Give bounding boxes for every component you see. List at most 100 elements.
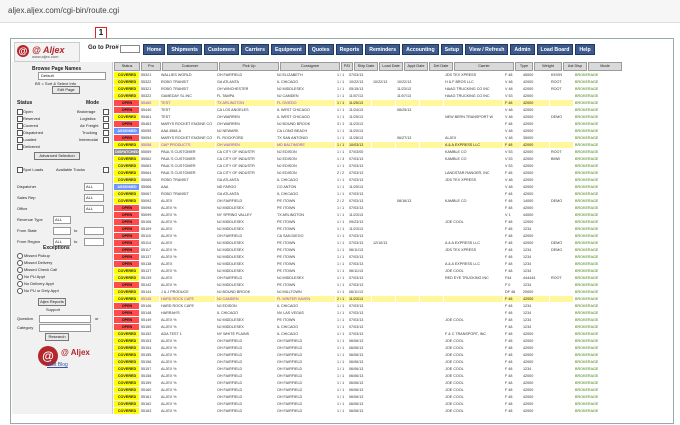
table-row[interactable]: COVERED 55153 ALJEX % OH FAIRFIELD OH FAIRFI…: [114, 338, 670, 344]
table-cell[interactable]: 55160: [140, 387, 159, 393]
column-header[interactable]: Consignee: [280, 62, 340, 71]
to-state-input[interactable]: [84, 227, 104, 235]
table-cell[interactable]: 55064: [140, 170, 159, 176]
table-cell[interactable]: 55114: [140, 240, 159, 246]
table-row[interactable]: COVERED 55162 ALJEX % OH FAIRFIELD OH FAIRFI…: [114, 401, 670, 407]
table-row[interactable]: COVERED 55155 ALJEX % OH FAIRFIELD OH FAIRFI…: [114, 352, 670, 358]
table-row[interactable]: COVERED 55321 ROBO TRANSIT OH WINCHESTER NJ …: [114, 86, 670, 92]
nav-admin[interactable]: Admin: [510, 44, 535, 55]
table-cell[interactable]: 55158: [140, 373, 159, 379]
category-select[interactable]: [39, 324, 91, 332]
table-row[interactable]: COVERED 55092 ALJEX OH FAIRFIELD PE ITOWN 2 /…: [114, 198, 670, 204]
nav-quotes[interactable]: Quotes: [307, 44, 334, 55]
table-cell[interactable]: 55321: [140, 72, 159, 78]
column-header[interactable]: Customer: [162, 62, 218, 71]
edit-page-button[interactable]: Edit Page: [52, 86, 80, 94]
column-header[interactable]: Status: [114, 62, 140, 71]
table-cell[interactable]: 55137: [140, 268, 159, 274]
mode-intermodal-checkbox[interactable]: [103, 137, 109, 143]
no-pu-or-dely-appt-radio[interactable]: [17, 288, 23, 294]
table-row[interactable]: COVERED 55065 ROBO TRANSIT GA ATLANTA IL CHI…: [114, 177, 670, 183]
mode-brokerage-checkbox[interactable]: [103, 109, 109, 115]
table-row[interactable]: OPEN 55098 ALJEX % NJ MIDDLESEX PE ITOWN 1 / …: [114, 205, 670, 211]
table-cell[interactable]: 55065: [140, 177, 159, 183]
table-row[interactable]: OPEN 55110 ALJEX % OH FAIRFIELD CA SAN DIEGO…: [114, 233, 670, 239]
table-cell[interactable]: 55322: [140, 93, 159, 99]
nav-shipments[interactable]: Shipments: [167, 44, 202, 55]
table-cell[interactable]: 55144: [140, 289, 159, 295]
table-cell[interactable]: 55461: [140, 114, 159, 120]
table-row[interactable]: OPEN 55460 TEST TX ARLINGTON FL OVIEDO 1 / 11…: [114, 100, 670, 106]
table-row[interactable]: ASSIGNED 55066 AAA ND FARGO CO ANTON 1 / 1 11/…: [114, 184, 670, 190]
nav-load-board[interactable]: Load Board: [536, 44, 574, 55]
table-row[interactable]: COVERED 55144 J & J PRODUCE NJ BOUND BROOK N…: [114, 289, 670, 295]
table-cell[interactable]: 55440: [140, 107, 159, 113]
table-row[interactable]: OPEN 55142 ALJEX % NJ MIDDLESEX PE ITOWN 1 / …: [114, 282, 670, 288]
table-cell[interactable]: 55054: [140, 135, 159, 141]
missed-delivery-radio[interactable]: [17, 260, 23, 266]
table-row[interactable]: COVERED 55064 PAUL'S CUSTOMER CA CITY OF IN…: [114, 170, 670, 176]
table-row[interactable]: OPEN 55114 ALJEX NJ MIDDLESEX PE ITOWN 1 / 1 0…: [114, 240, 670, 246]
table-row[interactable]: COVERED 55322 GAMEDAY SL INC FL TAMPA NJ CAM…: [114, 93, 670, 99]
table-row[interactable]: OPEN 55099 ALJEX % NY SPRING VALLEY TX ARLIN…: [114, 212, 670, 218]
table-cell[interactable]: 55156: [140, 359, 159, 365]
table-cell[interactable]: 55137: [140, 254, 159, 260]
table-cell[interactable]: 55062: [140, 156, 159, 162]
table-row[interactable]: OPEN 55106 ALJEX % NJ MIDDLESEX PE ITOWN 1 / …: [114, 219, 670, 225]
table-cell[interactable]: 55146: [140, 303, 159, 309]
table-row[interactable]: COVERED 55158 ALJEX % OH FAIRFIELD OH FAIRFI…: [114, 373, 670, 379]
from-state-input[interactable]: [53, 227, 71, 235]
table-row[interactable]: COVERED 55152 ADA TEST 1 NY WHITE PLAINS IL …: [114, 331, 670, 337]
table-cell[interactable]: 55159: [140, 380, 159, 386]
table-cell[interactable]: 55098: [140, 205, 159, 211]
table-row[interactable]: OPEN 55150 ALJEX % NJ MIDDLESEX IL CHICAGO 1 …: [114, 324, 670, 330]
nav-accounting[interactable]: Accounting: [402, 44, 439, 55]
visit-blog-link[interactable]: Visit Blog: [47, 362, 68, 368]
table-row[interactable]: COVERED 55161 ALJEX % OH FAIRFIELD OH FAIRFI…: [114, 394, 670, 400]
table-cell[interactable]: 55142: [140, 282, 159, 288]
table-row[interactable]: ASSIGNED 55055 AAA 4568-A NJ NEWARK CA LONG …: [114, 128, 670, 134]
table-cell[interactable]: 55463: [140, 121, 159, 127]
table-row[interactable]: COVERED 55156 ALJEX % OH FAIRFIELD OH FAIRFI…: [114, 359, 670, 365]
table-row[interactable]: COVERED 55160 ALJEX % OH FAIRFIELD OH FAIRFI…: [114, 387, 670, 393]
table-row[interactable]: OPEN 55440 TEST CA LOS ANGELES IL WEST CHICA…: [114, 107, 670, 113]
table-row[interactable]: OPEN 55138 ALJEX NJ MIDDLESEX PE ITOWN 1 / 1 0…: [114, 261, 670, 267]
table-row[interactable]: OPEN 55149 ALJEX % NJ MIDDLESEX PE ITOWN 1 / …: [114, 317, 670, 323]
missed-pickup-radio[interactable]: [17, 253, 23, 259]
missed-check-call-radio[interactable]: [17, 267, 23, 273]
nav-help[interactable]: Help: [575, 44, 595, 55]
advanced-selection-button[interactable]: Advanced Selection: [34, 152, 80, 160]
table-row[interactable]: COVERED 55137 ALJEX % NJ MIDDLESEX PE ITOWN 1…: [114, 268, 670, 274]
goto-input[interactable]: [120, 45, 140, 53]
available-trucks-checkbox[interactable]: [103, 167, 109, 173]
table-cell[interactable]: 55322: [140, 79, 159, 85]
table-cell[interactable]: 55152: [140, 331, 159, 337]
table-cell[interactable]: 55154: [140, 345, 159, 351]
research-button[interactable]: Research: [45, 333, 69, 341]
aljex-reports-button[interactable]: Aljex Reports: [38, 298, 66, 306]
nav-view-refresh[interactable]: View / Refresh: [465, 44, 509, 55]
column-header[interactable]: Del Date: [429, 62, 453, 71]
table-row[interactable]: COVERED 55139 ALJEX OH FAIRFIELD NJ MIDDLESE…: [114, 275, 670, 281]
nav-reports[interactable]: Reports: [335, 44, 364, 55]
table-cell[interactable]: 55153: [140, 338, 159, 344]
table-row[interactable]: COVERED 55062 PAUL'S CUSTOMER CA CITY OF IN…: [114, 156, 670, 162]
column-header[interactable]: Load Date: [379, 62, 403, 71]
table-cell[interactable]: 55117: [140, 247, 159, 253]
table-cell[interactable]: 55066: [140, 184, 159, 190]
table-cell[interactable]: 55055: [140, 128, 159, 134]
table-cell[interactable]: 55148: [140, 310, 159, 316]
table-cell[interactable]: 55145: [140, 296, 159, 302]
table-cell[interactable]: 55106: [140, 219, 159, 225]
table-row[interactable]: COVERED 55321 WALLIES WORLD OH FAIRFIELD NJ …: [114, 72, 670, 78]
table-row[interactable]: COVERED 55067 ROBO TRANSIT GA ATLANTA IL CHI…: [114, 191, 670, 197]
browser-address-bar[interactable]: aljex.aljex.com/cgi-bin/route.cgi: [0, 0, 680, 23]
table-cell[interactable]: 55109: [140, 226, 159, 232]
column-header[interactable]: Pro: [141, 62, 161, 71]
column-header[interactable]: Carrier: [454, 62, 514, 71]
column-header[interactable]: P/D: [341, 62, 353, 71]
no-pu-appt-radio[interactable]: [17, 274, 23, 280]
table-row[interactable]: DISPATCHED 55059 PAUL'S CUSTOMER CA CITY OF…: [114, 149, 670, 155]
table-cell[interactable]: 55321: [140, 86, 159, 92]
table-row[interactable]: OPEN 55148 HARRAH'S IL CHICAGO NV LAS VEGAS 1…: [114, 310, 670, 316]
